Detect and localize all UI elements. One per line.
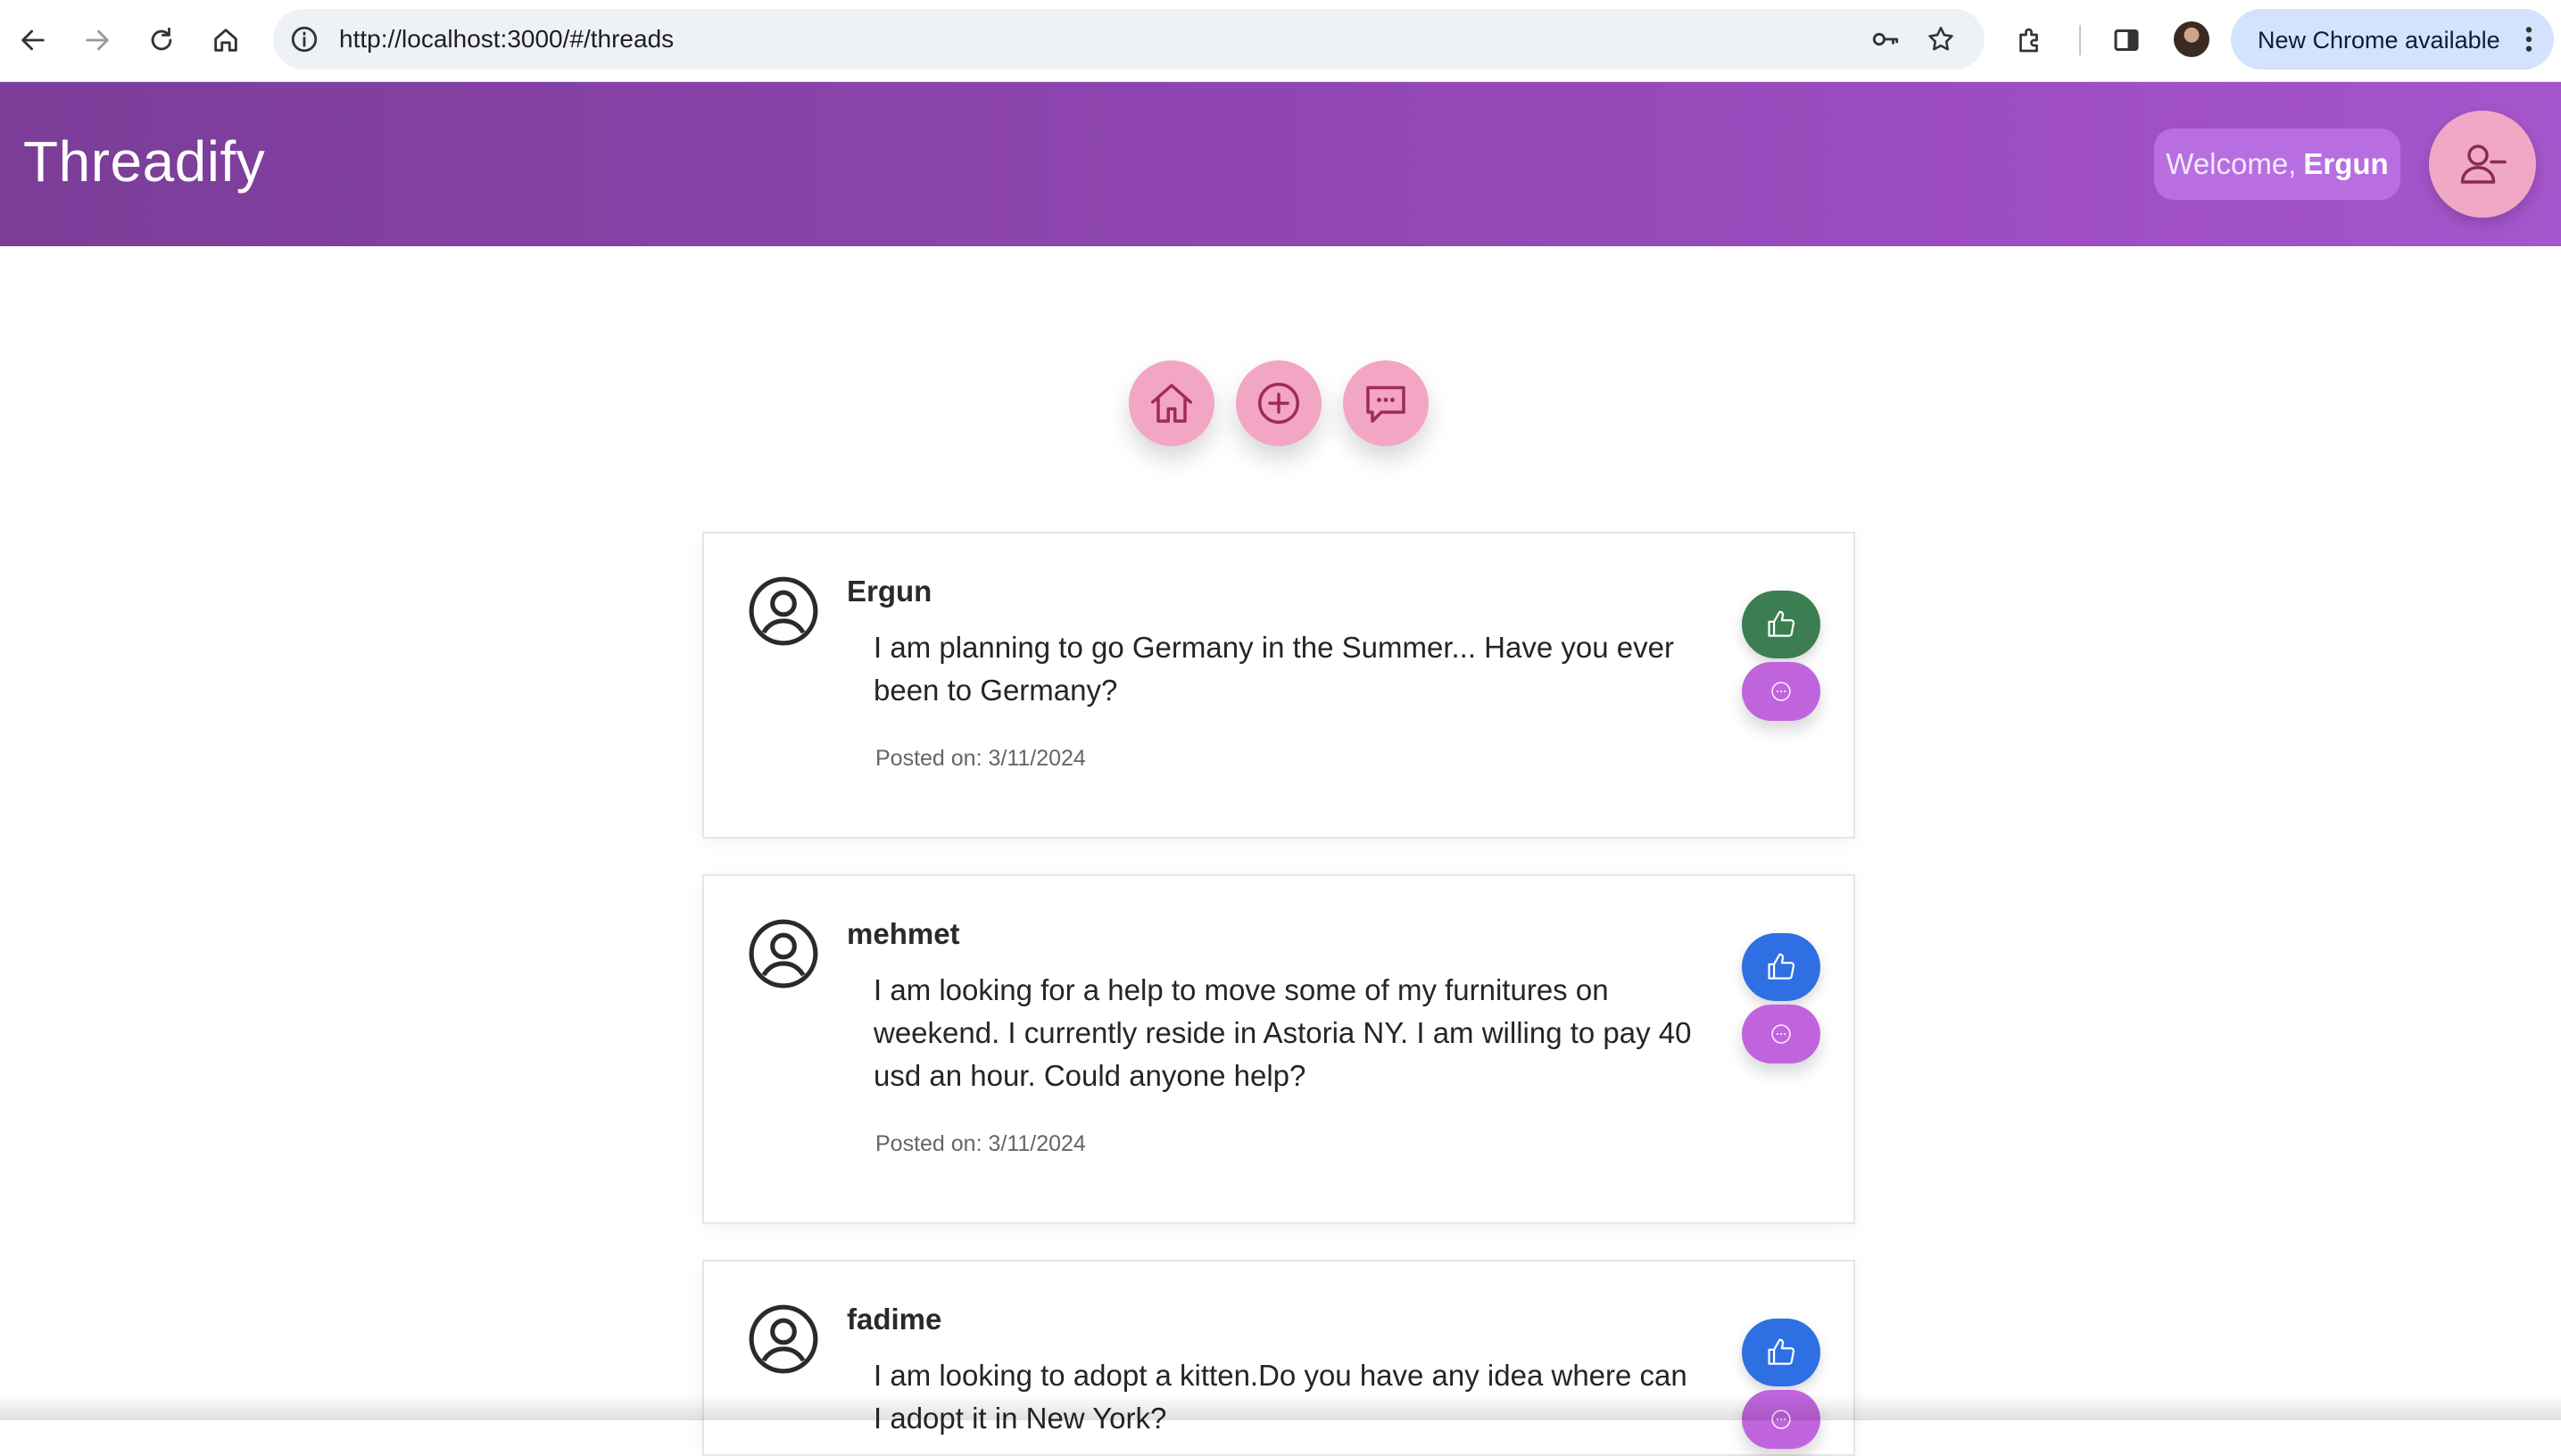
welcome-username: Ergun (2303, 147, 2389, 180)
side-panel-icon[interactable] (2106, 20, 2147, 61)
thread-author[interactable]: fadime (847, 1303, 941, 1336)
comment-button[interactable] (1742, 1390, 1820, 1449)
like-button[interactable] (1742, 933, 1820, 1001)
thread-card[interactable]: fadime I am looking to adopt a kitten.Do… (702, 1260, 1855, 1456)
password-key-icon[interactable] (1870, 24, 1901, 54)
comment-button[interactable] (1742, 662, 1820, 721)
update-label: New Chrome available (2258, 27, 2500, 54)
comment-icon (1771, 1410, 1791, 1429)
comment-icon (1771, 682, 1791, 701)
thumbs-up-icon (1768, 1338, 1795, 1365)
address-bar[interactable]: http://localhost:3000/#/threads (273, 9, 1985, 70)
browser-toolbar: http://localhost:3000/#/threads New Chro… (0, 0, 2561, 82)
thread-date: Posted on: 3/11/2024 (875, 746, 1086, 771)
url-text[interactable]: http://localhost:3000/#/threads (339, 25, 674, 54)
thumbs-up-icon (1768, 953, 1795, 980)
user-avatar-icon (749, 1304, 818, 1374)
welcome-badge: Welcome, Ergun (2154, 128, 2400, 200)
like-button[interactable] (1742, 591, 1820, 658)
app-header: Threadify Welcome, Ergun (0, 82, 2561, 246)
thread-date: Posted on: 3/11/2024 (875, 1131, 1086, 1156)
nav-home-button[interactable] (1129, 360, 1214, 446)
chat-icon (1366, 385, 1405, 423)
thread-body: I am looking for a help to move some of … (874, 973, 1692, 1092)
site-info-icon[interactable] (289, 24, 319, 54)
more-options-icon[interactable] (2524, 25, 2534, 54)
user-avatar-icon (749, 576, 818, 646)
home-icon (1151, 384, 1192, 423)
user-avatar-icon (749, 919, 818, 989)
profile-avatar[interactable] (2174, 21, 2209, 57)
toolbar-divider (2079, 25, 2081, 55)
thread-body: I am looking to adopt a kitten.Do you ha… (874, 1359, 1687, 1435)
back-icon[interactable] (12, 20, 54, 61)
thread-card[interactable]: Ergun I am planning to go Germany in the… (702, 532, 1855, 839)
forward-icon[interactable] (77, 20, 118, 61)
reload-icon[interactable] (141, 20, 182, 61)
like-button[interactable] (1742, 1319, 1820, 1386)
brand-title[interactable]: Threadify (23, 128, 265, 194)
new-chrome-available-button[interactable]: New Chrome available (2231, 9, 2554, 70)
plus-circle-icon (1258, 383, 1299, 424)
comment-button[interactable] (1742, 1005, 1820, 1063)
comment-icon (1771, 1024, 1791, 1044)
thread-author[interactable]: mehmet (847, 917, 960, 951)
extensions-icon[interactable] (2010, 20, 2051, 61)
user-minus-icon (2460, 145, 2507, 184)
thread-card[interactable]: mehmet I am looking for a help to move s… (702, 874, 1855, 1224)
bookmark-star-icon[interactable] (1926, 24, 1956, 54)
thread-body: I am planning to go Germany in the Summe… (874, 631, 1674, 707)
nav-new-thread-button[interactable] (1236, 360, 1322, 446)
logout-button[interactable] (2429, 111, 2536, 218)
nav-threads-button[interactable] (1343, 360, 1429, 446)
welcome-prefix: Welcome, (2166, 147, 2297, 180)
thread-author[interactable]: Ergun (847, 575, 932, 608)
home-browser-icon[interactable] (205, 20, 246, 61)
thumbs-up-icon (1768, 610, 1795, 637)
